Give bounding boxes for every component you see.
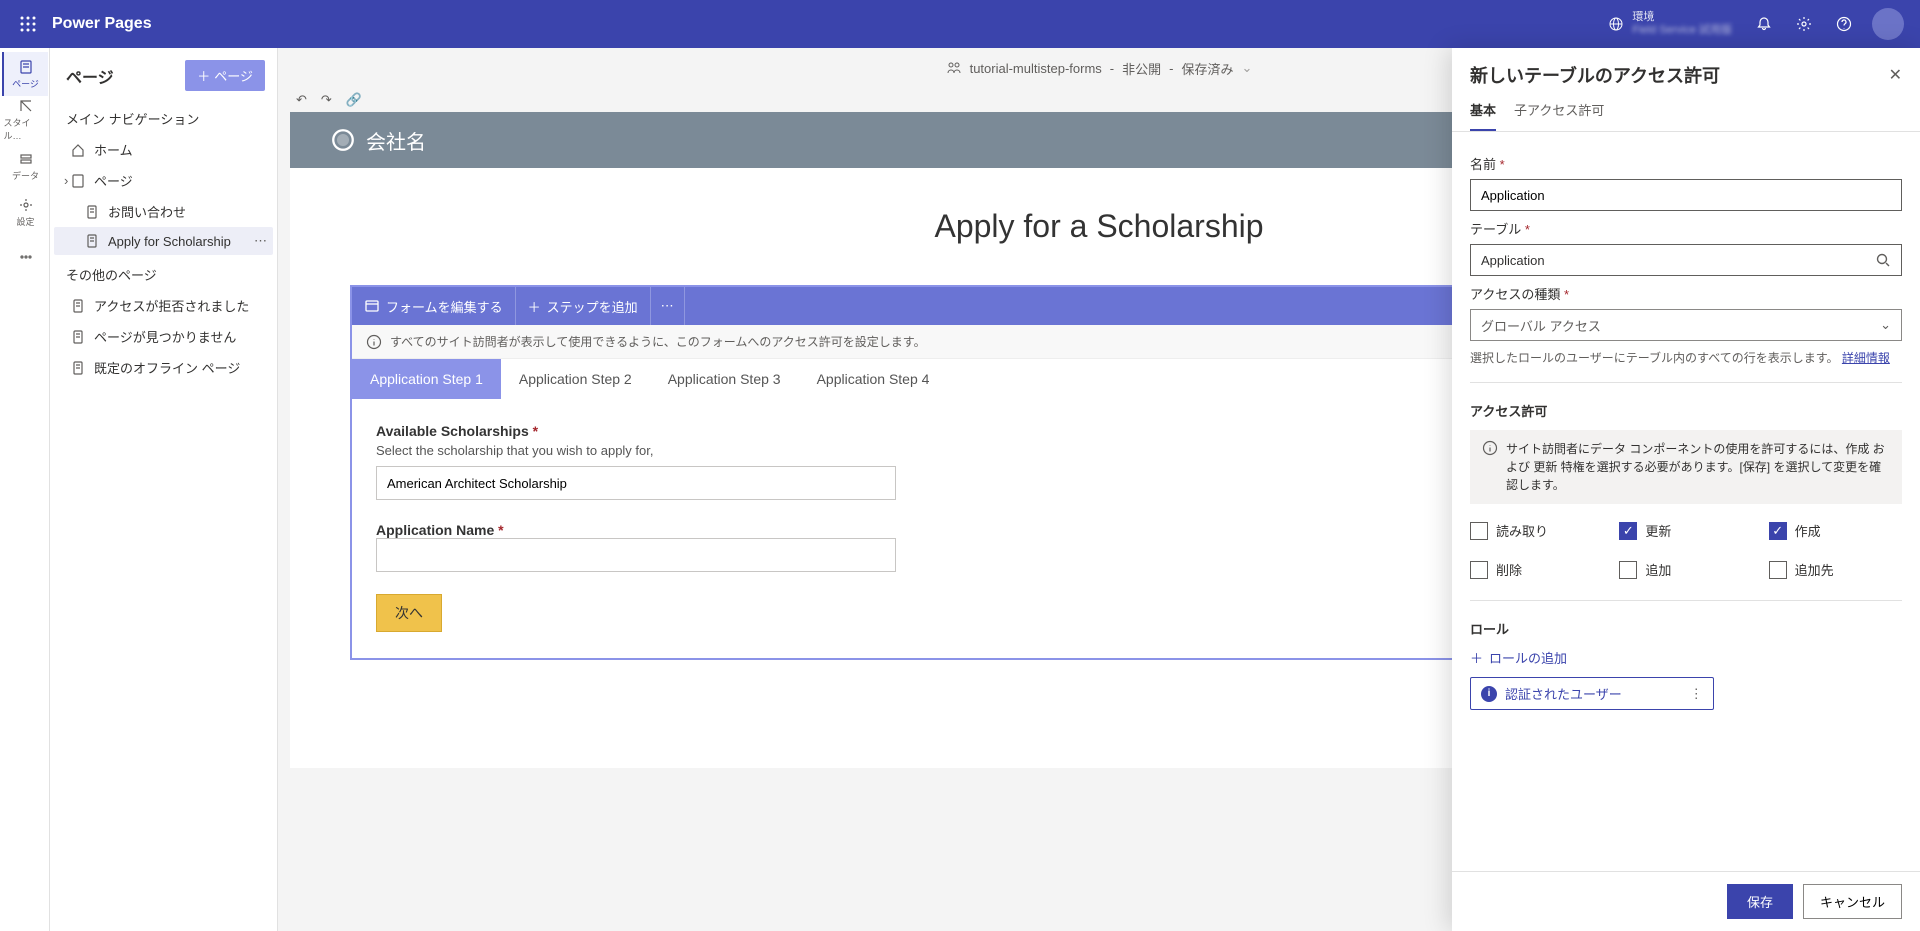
perm-checkbox-削除[interactable]: 削除 xyxy=(1470,555,1603,584)
site-name[interactable]: tutorial-multistep-forms xyxy=(970,61,1102,76)
settings-icon[interactable] xyxy=(1784,0,1824,48)
pages-panel: ページ ＋ページ メイン ナビゲーション ホーム›ページお問い合わせApply … xyxy=(50,48,278,931)
notifications-icon[interactable] xyxy=(1744,0,1784,48)
link-icon[interactable]: 🔗 xyxy=(346,92,362,108)
flyout-tab[interactable]: 子アクセス許可 xyxy=(1514,100,1604,131)
nav-item[interactable]: お問い合わせ xyxy=(54,196,273,227)
step-tab[interactable]: Application Step 4 xyxy=(799,359,948,399)
role-chip-more-icon[interactable]: ⋮ xyxy=(1690,686,1703,702)
permissions-info: サイト訪問者にデータ コンポーネントの使用を許可するには、作成 および 更新 特… xyxy=(1470,430,1902,504)
perm-checkbox-作成[interactable]: ✓作成 xyxy=(1769,516,1902,545)
roles-section-title: ロール xyxy=(1470,619,1902,638)
section-main-nav: メイン ナビゲーション xyxy=(50,99,277,134)
save-status: 保存済み xyxy=(1181,59,1233,78)
name-input[interactable] xyxy=(1470,179,1902,211)
help-icon[interactable] xyxy=(1824,0,1864,48)
left-rail: ページスタイル…データ設定 xyxy=(0,48,50,931)
edit-form-button[interactable]: フォームを編集する xyxy=(352,287,516,325)
save-button[interactable]: 保存 xyxy=(1727,884,1793,919)
undo-icon[interactable]: ↶ xyxy=(296,92,307,108)
rail-data[interactable]: データ xyxy=(2,144,48,188)
access-type-label: アクセスの種類 * xyxy=(1470,284,1902,303)
access-type-select[interactable]: グローバル アクセス⌄ xyxy=(1470,309,1902,341)
site-status: 非公開 xyxy=(1122,59,1161,78)
brand-title: Power Pages xyxy=(52,15,152,33)
environment-picker[interactable]: 環境 Field Service 試用版 xyxy=(1596,11,1744,37)
chevron-down-icon[interactable]: ⌄ xyxy=(1242,60,1253,76)
nav-item[interactable]: Apply for Scholarship⋯ xyxy=(54,227,273,255)
other-item[interactable]: アクセスが拒否されました xyxy=(54,290,273,321)
user-avatar[interactable] xyxy=(1872,8,1904,40)
env-label: 環境 xyxy=(1632,11,1732,24)
perm-checkbox-読み取り[interactable]: 読み取り xyxy=(1470,516,1603,545)
table-permission-flyout: 新しいテーブルのアクセス許可 ✕ 基本子アクセス許可 名前 * テーブル * A… xyxy=(1452,48,1920,931)
name-label: 名前 * xyxy=(1470,154,1902,173)
global-topbar: Power Pages 環境 Field Service 試用版 xyxy=(0,0,1920,48)
perm-checkbox-追加[interactable]: 追加 xyxy=(1619,555,1752,584)
step-tab[interactable]: Application Step 2 xyxy=(501,359,650,399)
info-badge-icon: i xyxy=(1481,686,1497,702)
nav-item[interactable]: ホーム xyxy=(54,134,273,165)
access-note: 選択したロールのユーザーにテーブル内のすべての行を表示します。 詳細情報 xyxy=(1470,349,1902,366)
rail-style[interactable]: スタイル… xyxy=(2,98,48,142)
perm-checkbox-追加先[interactable]: 追加先 xyxy=(1769,555,1902,584)
flyout-tab[interactable]: 基本 xyxy=(1470,100,1496,131)
cancel-button[interactable]: キャンセル xyxy=(1803,884,1902,919)
waffle-icon[interactable] xyxy=(8,0,48,48)
add-page-button[interactable]: ＋ページ xyxy=(185,60,265,91)
other-item[interactable]: 既定のオフライン ページ xyxy=(54,352,273,383)
add-role-button[interactable]: ＋ロールの追加 xyxy=(1470,648,1902,667)
step-tab[interactable]: Application Step 3 xyxy=(650,359,799,399)
details-link[interactable]: 詳細情報 xyxy=(1842,351,1890,365)
close-flyout-icon[interactable]: ✕ xyxy=(1889,65,1902,85)
step-tab[interactable]: Application Step 1 xyxy=(352,359,501,399)
table-label: テーブル * xyxy=(1470,219,1902,238)
role-chip[interactable]: i 認証されたユーザー ⋮ xyxy=(1470,677,1714,710)
section-other-pages: その他のページ xyxy=(50,255,277,290)
rail-more[interactable] xyxy=(2,236,48,280)
panel-title: ページ xyxy=(66,64,114,88)
appname-input[interactable] xyxy=(376,538,896,572)
rail-settings[interactable]: 設定 xyxy=(2,190,48,234)
permissions-section-title: アクセス許可 xyxy=(1470,401,1902,420)
env-name: Field Service 試用版 xyxy=(1632,24,1732,37)
perm-checkbox-更新[interactable]: ✓更新 xyxy=(1619,516,1752,545)
site-logo[interactable]: 会社名 xyxy=(330,126,426,155)
next-button[interactable]: 次へ xyxy=(376,594,442,632)
rail-page[interactable]: ページ xyxy=(2,52,48,96)
flyout-title: 新しいテーブルのアクセス許可 xyxy=(1470,62,1720,88)
scholarship-input[interactable] xyxy=(376,466,896,500)
form-more-button[interactable]: ⋯ xyxy=(651,287,685,325)
other-item[interactable]: ページが見つかりません xyxy=(54,321,273,352)
add-step-button[interactable]: ＋ステップを追加 xyxy=(516,287,651,325)
item-more-icon[interactable]: ⋯ xyxy=(254,233,267,249)
redo-icon[interactable]: ↷ xyxy=(321,92,332,108)
table-lookup[interactable]: Application xyxy=(1470,244,1902,276)
nav-item[interactable]: ›ページ xyxy=(54,165,273,196)
